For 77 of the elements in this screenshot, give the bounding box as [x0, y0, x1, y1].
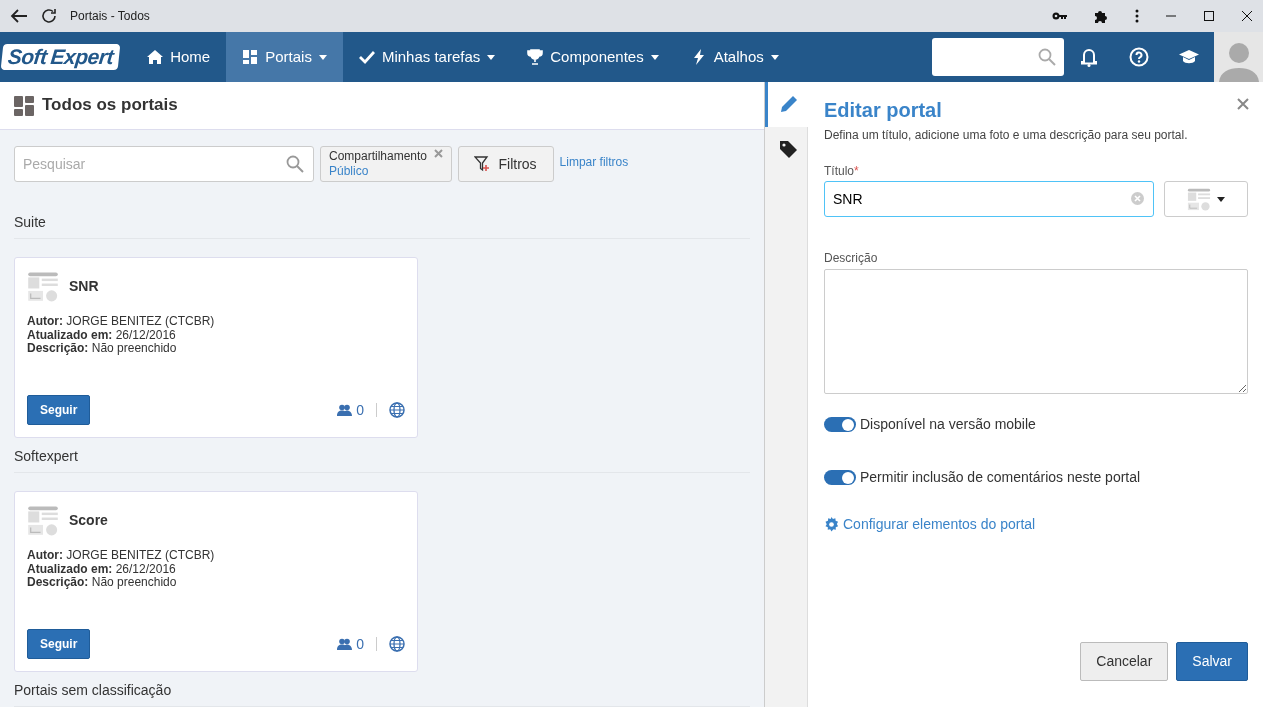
follow-button[interactable]: Seguir	[27, 629, 91, 659]
reload-icon[interactable]	[40, 7, 58, 25]
filter-icon	[474, 156, 491, 172]
portal-detail: Descrição: Não preenchido	[27, 576, 178, 590]
description-field[interactable]	[824, 269, 1248, 394]
search-field[interactable]	[932, 38, 1064, 76]
home-icon	[147, 49, 164, 65]
field-label: Descrição	[824, 250, 879, 267]
portal-detail: Autor: JORGE BENITEZ (CTCBR)	[27, 549, 216, 563]
bell-icon[interactable]	[1080, 47, 1098, 67]
filter-chip-value: Público	[329, 164, 370, 179]
caret-icon	[487, 54, 496, 60]
users-icon	[337, 404, 353, 416]
maximize-icon[interactable]	[1203, 10, 1215, 22]
help-icon[interactable]	[1129, 47, 1149, 67]
filter-chip[interactable]: Compartilhamento Público	[320, 146, 452, 182]
portal-thumbnail-icon	[1187, 187, 1211, 211]
globe-icon	[389, 402, 405, 418]
caret-icon	[770, 54, 779, 60]
portal-thumbnail-icon	[27, 270, 59, 302]
caret-icon	[1217, 196, 1225, 202]
nav-menu-item[interactable]: Home	[131, 32, 227, 82]
panel-subtitle: Defina um título, adicione uma foto e uma descrição para seu portal.	[824, 127, 1189, 144]
group-heading: Suite	[14, 208, 750, 239]
gear-icon	[824, 517, 839, 532]
configure-link[interactable]: Configurar elementos do portal	[824, 514, 1036, 535]
globe-icon	[389, 636, 405, 652]
caret-icon	[650, 54, 659, 60]
pencil-icon	[779, 95, 798, 114]
menu-icon[interactable]	[1135, 9, 1139, 23]
panel-title: Editar portal	[824, 98, 942, 122]
cancel-button[interactable]: Cancelar	[1080, 642, 1169, 681]
trophy-icon	[527, 49, 544, 65]
search-icon	[286, 155, 304, 173]
toggle-switch[interactable]	[824, 417, 856, 432]
grid-icon	[242, 49, 259, 65]
group-heading: Portais sem classificação	[14, 676, 750, 707]
follow-button[interactable]: Seguir	[27, 395, 91, 425]
back-arrow-icon[interactable]	[10, 8, 28, 24]
puzzle-icon[interactable]	[1094, 8, 1109, 24]
toggle-switch[interactable]	[824, 470, 856, 485]
follower-count: 0	[356, 634, 364, 654]
search-icon	[1038, 48, 1056, 66]
nav-menu-item[interactable]: Portais	[226, 32, 343, 82]
nav-menu-item[interactable]: Atalhos	[674, 32, 795, 82]
nav-menu-item[interactable]: Componentes	[511, 32, 675, 82]
caret-icon	[318, 54, 327, 60]
search-field[interactable]: Pesquisar	[14, 146, 314, 182]
filters-button[interactable]: Filtros	[457, 146, 554, 182]
title-field[interactable]: SNR	[824, 181, 1154, 217]
dashboard-icon	[14, 95, 34, 116]
field-label: Título	[824, 164, 854, 178]
toggle-label: Disponível na versão mobile	[860, 415, 1036, 434]
portal-detail: Atualizado em: 26/12/2016	[27, 328, 176, 342]
save-button[interactable]: Salvar	[1176, 642, 1248, 681]
logo[interactable]: SoftExpert	[0, 44, 121, 70]
browser-tab-title: Portais - Todos	[70, 8, 150, 25]
toggle-label: Permitir inclusão de comentários neste portal	[860, 468, 1141, 487]
portal-title: Score	[69, 510, 108, 530]
portal-detail: Descrição: Não preenchido	[27, 342, 178, 356]
portal-detail: Autor: JORGE BENITEZ (CTCBR)	[27, 315, 216, 329]
key-icon[interactable]	[1052, 11, 1068, 21]
portal-detail: Atualizado em: 26/12/2016	[27, 562, 176, 576]
checkmark-icon	[358, 49, 375, 65]
graduation-cap-icon[interactable]	[1179, 49, 1199, 65]
page-title: Todos os portais	[42, 95, 178, 116]
required-mark: *	[854, 164, 859, 178]
users-icon	[337, 638, 353, 650]
portal-thumbnail-icon	[27, 504, 59, 536]
tag-icon	[779, 140, 798, 159]
follower-count: 0	[356, 400, 364, 420]
clear-filters-link[interactable]: Limpar filtros	[559, 153, 629, 171]
filter-chip-label: Compartilhamento	[329, 149, 428, 164]
close-icon[interactable]	[1241, 10, 1253, 22]
group-heading: Softexpert	[14, 442, 750, 473]
nav-menu-item[interactable]: Minhas tarefas	[342, 32, 512, 82]
portal-title: SNR	[69, 276, 99, 296]
